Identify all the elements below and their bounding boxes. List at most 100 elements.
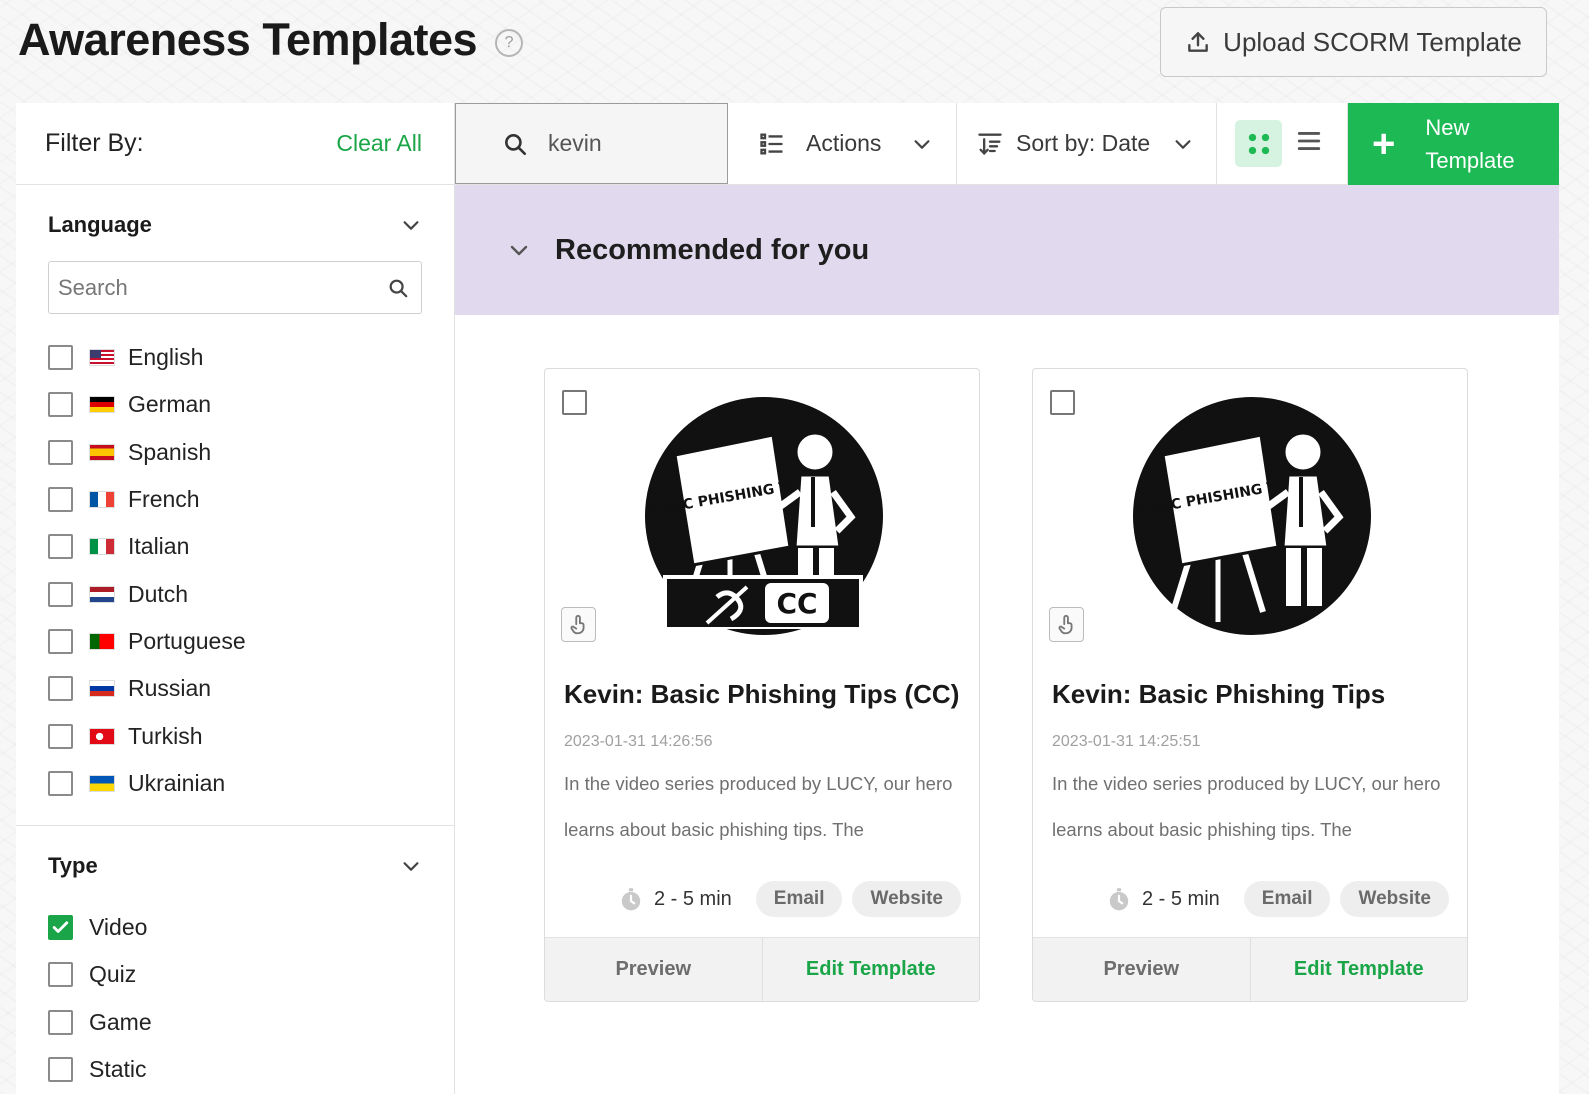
- help-icon[interactable]: ?: [495, 29, 524, 57]
- actions-dropdown[interactable]: Actions: [728, 103, 957, 184]
- type-checkbox[interactable]: [48, 962, 73, 988]
- upload-scorm-button[interactable]: Upload SCORM Template: [1160, 7, 1547, 77]
- type-checkbox[interactable]: [48, 1057, 73, 1082]
- language-checkbox[interactable]: [48, 439, 73, 465]
- touch-interaction-icon: [1049, 607, 1084, 642]
- language-option-italian[interactable]: Italian: [48, 523, 422, 570]
- card-date: 2023-01-31 14:26:56: [564, 733, 713, 750]
- list-icon: [760, 133, 783, 154]
- language-checkbox[interactable]: [48, 770, 73, 796]
- language-checkbox[interactable]: [48, 392, 73, 418]
- language-option-german[interactable]: German: [48, 381, 422, 428]
- language-label: Dutch: [128, 580, 189, 607]
- tag-website: Website: [852, 881, 961, 917]
- chevron-down-icon[interactable]: [507, 238, 531, 262]
- recommended-section-header[interactable]: Recommended for you: [455, 185, 1559, 315]
- chevron-down-icon[interactable]: [400, 855, 422, 877]
- type-label: Video: [89, 914, 148, 941]
- type-section-title: Type: [48, 852, 98, 878]
- language-checkbox[interactable]: [48, 628, 73, 654]
- ru-flag-icon: [89, 680, 115, 698]
- language-checkbox[interactable]: [48, 581, 73, 607]
- card-select-checkbox[interactable]: [562, 390, 587, 415]
- card-title[interactable]: Kevin: Basic Phishing Tips (CC): [564, 679, 959, 710]
- card-date: 2023-01-31 14:25:51: [1052, 733, 1201, 750]
- grid-view-button[interactable]: [1235, 120, 1282, 167]
- preview-button[interactable]: Preview: [1033, 938, 1251, 1001]
- view-toggle: [1217, 103, 1348, 184]
- language-option-french[interactable]: French: [48, 476, 422, 523]
- type-option-static[interactable]: Static: [48, 1046, 422, 1093]
- actions-label: Actions: [806, 130, 882, 156]
- language-option-english[interactable]: English: [48, 334, 422, 381]
- recommended-title: Recommended for you: [555, 233, 870, 266]
- language-checkbox[interactable]: [48, 676, 73, 702]
- language-option-turkish[interactable]: Turkish: [48, 712, 422, 759]
- clear-all-link[interactable]: Clear All: [336, 130, 422, 157]
- filter-header: Filter By: Clear All: [16, 103, 454, 185]
- cc-banner: CC: [663, 575, 863, 629]
- language-search-input[interactable]: [58, 274, 387, 301]
- sort-label: Sort by: Date: [1016, 130, 1151, 156]
- language-label: Ukrainian: [128, 769, 226, 796]
- new-template-button[interactable]: + New Template: [1348, 103, 1559, 185]
- preview-button[interactable]: Preview: [545, 938, 763, 1001]
- language-label: Portuguese: [128, 627, 246, 654]
- page-header: Awareness Templates ?: [18, 12, 524, 68]
- template-card-grid: BASIC PHISHING TIPS CC Kevin: Basic Phis…: [544, 368, 1468, 1002]
- duration: 2 - 5 min: [618, 886, 732, 912]
- language-option-portuguese[interactable]: Portuguese: [48, 618, 422, 665]
- edit-template-button[interactable]: Edit Template: [1251, 938, 1468, 1001]
- template-thumbnail: BASIC PHISHING TIPS: [1133, 397, 1371, 635]
- card-select-checkbox[interactable]: [1050, 390, 1075, 415]
- language-option-russian[interactable]: Russian: [48, 665, 422, 712]
- template-search-input[interactable]: [548, 130, 708, 157]
- type-label: Quiz: [89, 961, 137, 988]
- type-checkbox[interactable]: [48, 1009, 73, 1035]
- edit-template-button[interactable]: Edit Template: [763, 938, 980, 1001]
- upload-scorm-label: Upload SCORM Template: [1223, 26, 1522, 57]
- card-meta: 2 - 5 min Email Website: [618, 881, 961, 917]
- card-title[interactable]: Kevin: Basic Phishing Tips: [1052, 679, 1385, 710]
- sort-icon: [978, 133, 1002, 155]
- language-option-spanish[interactable]: Spanish: [48, 429, 422, 476]
- template-card: BASIC PHISHING TIPS CC Kevin: Basic Phis…: [544, 368, 980, 1002]
- filter-sidebar: Filter By: Clear All Language English Ger…: [16, 103, 455, 1094]
- duration-label: 2 - 5 min: [1141, 887, 1220, 910]
- search-icon[interactable]: [387, 277, 409, 299]
- upload-icon: [1188, 32, 1209, 52]
- card-footer: Preview Edit Template: [545, 937, 979, 1001]
- chevron-down-icon: [914, 139, 930, 149]
- language-option-ukrainian[interactable]: Ukrainian: [48, 760, 422, 807]
- language-checkbox[interactable]: [48, 487, 73, 513]
- language-section-header[interactable]: Language: [48, 185, 422, 261]
- duration: 2 - 5 min: [1106, 886, 1220, 912]
- tag-website: Website: [1340, 881, 1449, 917]
- sort-dropdown[interactable]: Sort by: Date: [957, 103, 1217, 184]
- it-flag-icon: [89, 538, 115, 556]
- language-checkbox[interactable]: [48, 723, 73, 749]
- card-footer: Preview Edit Template: [1033, 937, 1467, 1001]
- language-list: English German Spanish French Italian Dutch Po…: [48, 334, 422, 807]
- type-option-video[interactable]: Video: [48, 904, 422, 951]
- language-section-title: Language: [48, 212, 152, 237]
- language-checkbox[interactable]: [48, 345, 73, 371]
- language-option-dutch[interactable]: Dutch: [48, 570, 422, 617]
- type-checkbox[interactable]: [48, 915, 73, 941]
- language-label: French: [128, 486, 200, 513]
- list-view-button[interactable]: [1296, 128, 1322, 160]
- language-checkbox[interactable]: [48, 534, 73, 560]
- language-label: Italian: [128, 533, 190, 560]
- chevron-down-icon[interactable]: [400, 214, 422, 236]
- type-label: Game: [89, 1008, 152, 1035]
- list-view-icon: [1297, 131, 1321, 150]
- type-section-header[interactable]: Type: [48, 826, 422, 902]
- us-flag-icon: [89, 349, 115, 367]
- type-option-quiz[interactable]: Quiz: [48, 951, 422, 998]
- language-label: English: [128, 344, 204, 371]
- language-label: Spanish: [128, 438, 212, 465]
- tag-email: Email: [1243, 881, 1331, 917]
- main-panel: Actions Sort by: Date + New Template Rec…: [455, 103, 1559, 1094]
- type-option-game[interactable]: Game: [48, 999, 422, 1046]
- ua-flag-icon: [89, 774, 115, 792]
